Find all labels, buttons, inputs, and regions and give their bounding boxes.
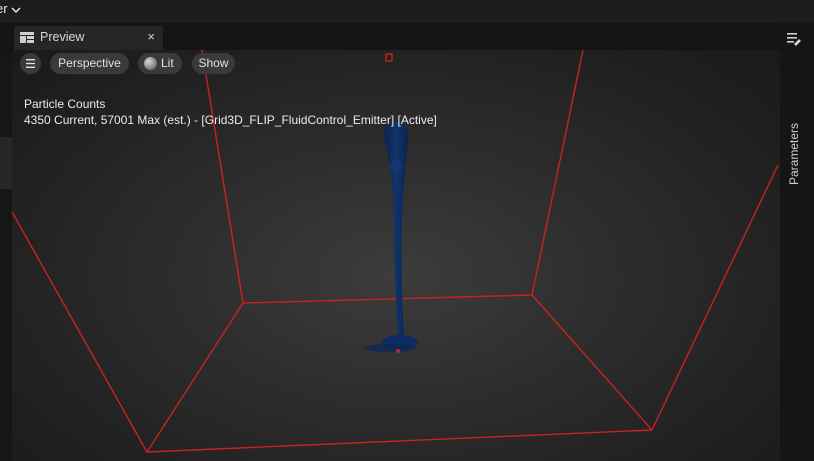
- chevron-down-icon: [11, 7, 21, 13]
- bounds-edge: [651, 164, 779, 431]
- top-bar-text: er: [0, 1, 8, 16]
- bounds-edge: [531, 50, 584, 296]
- lit-sphere-icon: [144, 57, 157, 70]
- lit-label: Lit: [161, 56, 174, 70]
- viewport-layout-icon: [20, 32, 34, 43]
- bounds-edge: [12, 211, 148, 453]
- top-bar-label[interactable]: er: [0, 1, 21, 16]
- fluid-particles: [364, 122, 418, 353]
- close-icon[interactable]: ×: [147, 29, 155, 44]
- left-gutter: [0, 50, 12, 461]
- show-button[interactable]: Show: [192, 53, 235, 74]
- bounds-edge: [242, 294, 533, 304]
- tab-label: Preview: [40, 30, 85, 44]
- particle-stats: Particle Counts 4350 Current, 57001 Max …: [24, 97, 437, 127]
- parameters-tab[interactable]: Parameters: [787, 123, 801, 185]
- hamburger-menu-icon: [26, 59, 35, 68]
- perspective-button[interactable]: Perspective: [50, 53, 129, 74]
- particle-counts-line: 4350 Current, 57001 Max (est.) - [Grid3D…: [24, 113, 437, 127]
- gizmo-marker: [385, 53, 393, 62]
- bounds-edge: [146, 302, 244, 453]
- particle-counts-title: Particle Counts: [24, 97, 106, 111]
- lit-button[interactable]: Lit: [138, 53, 182, 74]
- right-side-panel: Parameters: [780, 23, 814, 461]
- top-bar: er: [0, 0, 814, 23]
- bounds-edge: [201, 50, 244, 304]
- tab-strip: Preview ×: [0, 23, 814, 50]
- bounds-edge: [146, 429, 653, 453]
- parameters-sliders-icon[interactable]: [786, 31, 802, 47]
- bounds-edge: [531, 294, 653, 431]
- preview-viewport[interactable]: Perspective Lit Show Particle Counts 435…: [12, 50, 780, 461]
- left-edge-panel: [0, 137, 12, 189]
- viewport-menu-button[interactable]: [20, 53, 41, 74]
- tab-preview[interactable]: Preview ×: [14, 26, 163, 50]
